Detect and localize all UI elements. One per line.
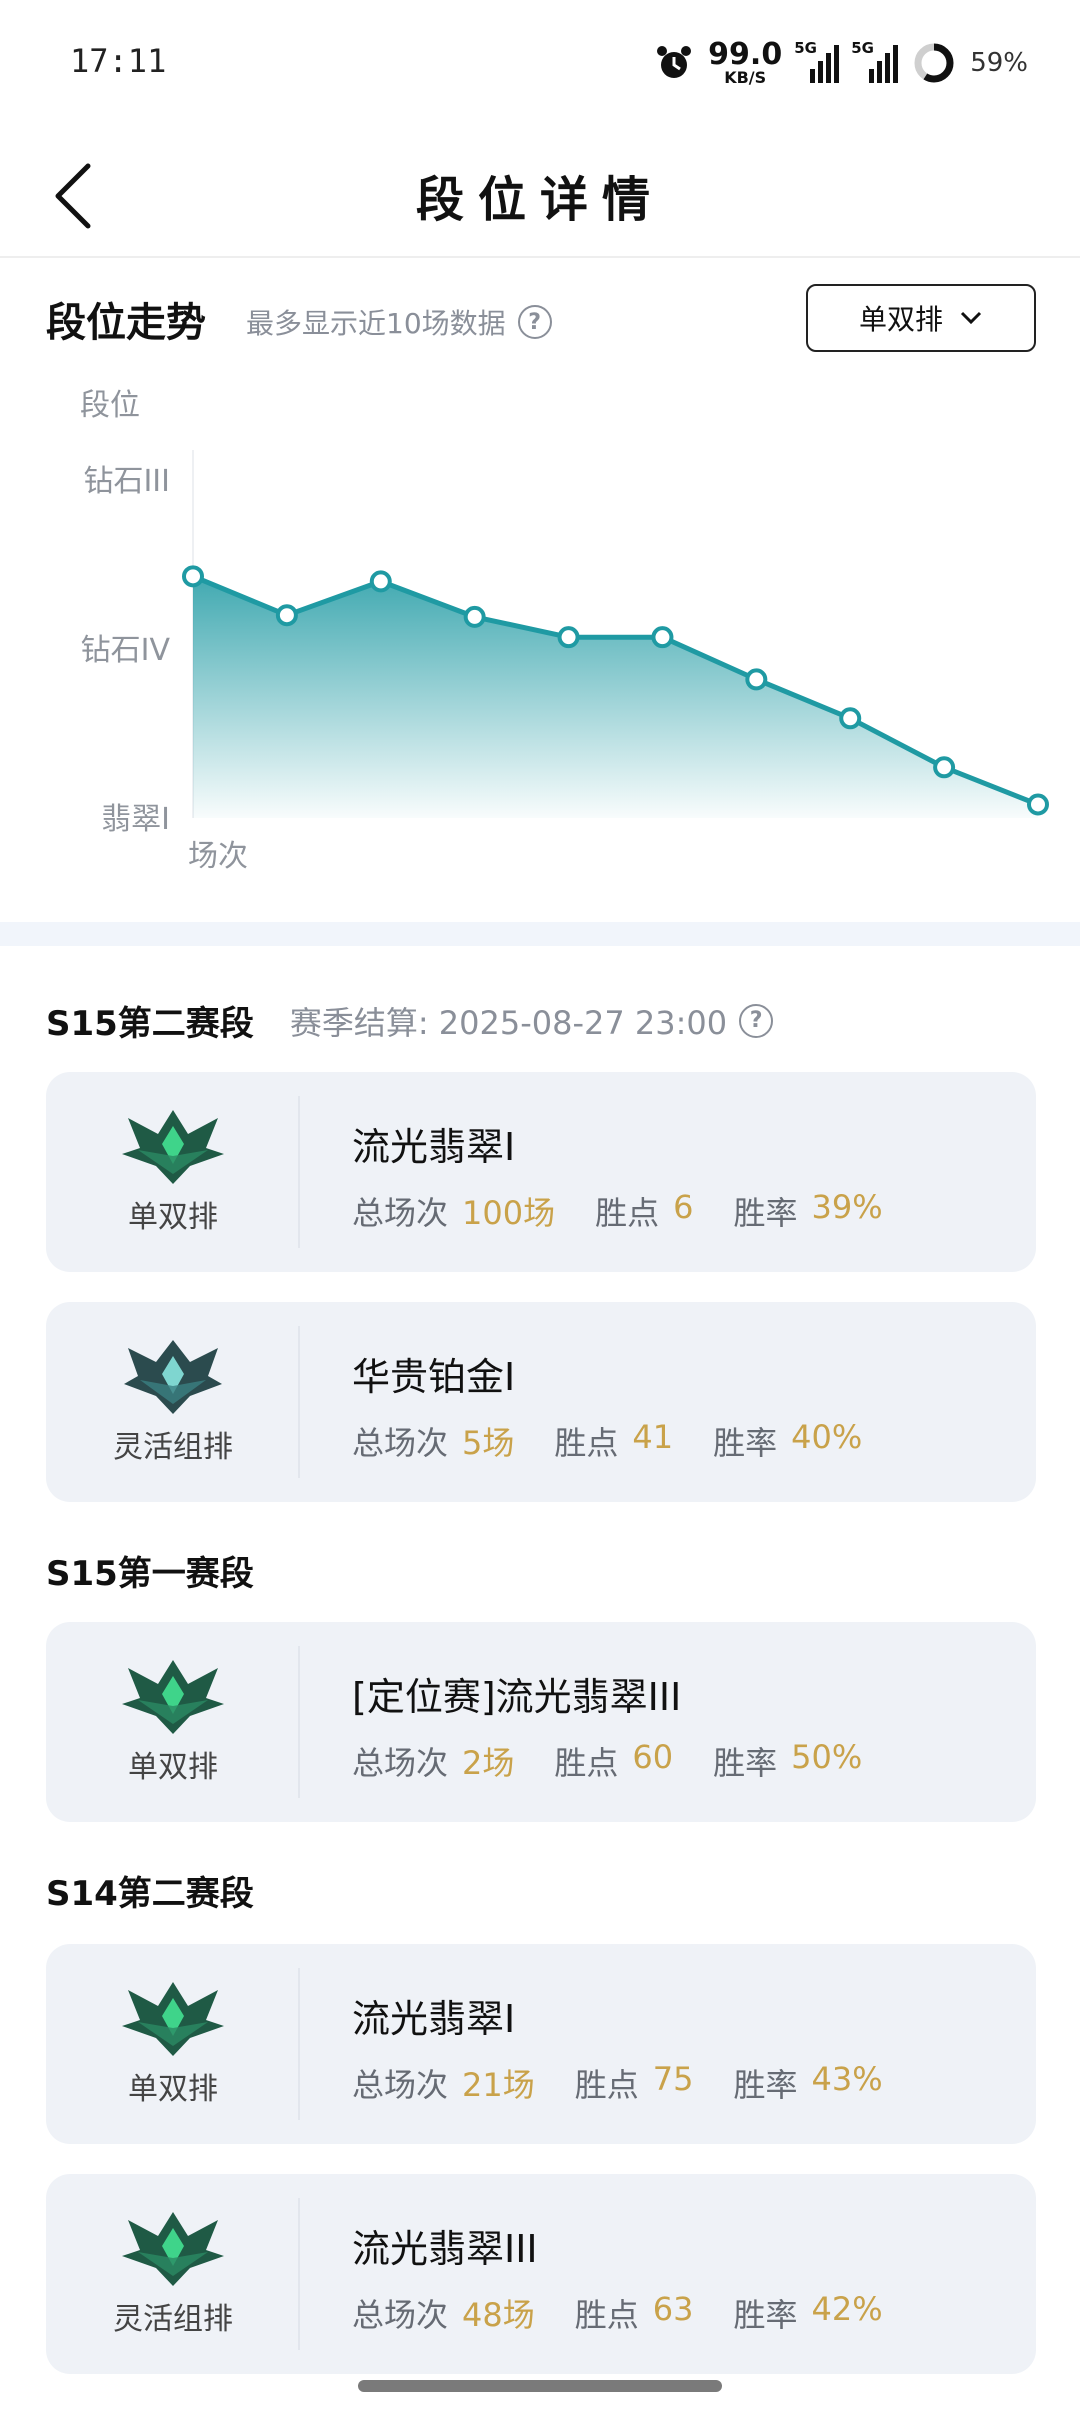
- trend-title: 段位走势: [46, 300, 206, 346]
- help-icon[interactable]: ?: [739, 1003, 774, 1038]
- rank-name: 流光翡翠I: [352, 1997, 516, 2041]
- rank-name: 华贵铂金I: [352, 1355, 516, 1399]
- rank-stats: 总场次 2场 胜点 60 胜率 50%: [352, 1738, 863, 1782]
- y-tick-label: 钻石IV: [81, 633, 171, 668]
- app-root: 17:11 99.0 KB/S 5G 5G 59% 段位详情 段位走势 最多显示…: [0, 0, 1080, 2414]
- season-header: S14第二赛段: [46, 1866, 254, 1915]
- signal-icon-1: 5G: [794, 39, 840, 83]
- league-points: 75: [652, 2060, 694, 2098]
- status-icons: 99.0 KB/S 5G 5G 59%: [654, 36, 1028, 90]
- season-name: S15第一赛段: [46, 1554, 254, 1594]
- season-header: S15第一赛段: [46, 1546, 254, 1595]
- battery-ring-icon: [914, 43, 954, 83]
- signal-icon-2: 5G: [851, 39, 899, 83]
- nav-header: 段位详情: [0, 130, 1080, 258]
- queue-mode-dropdown[interactable]: 单双排: [806, 284, 1036, 352]
- season-header: S15第二赛段 赛季结算: 2025-08-27 23:00 ?: [46, 996, 774, 1045]
- queue-label: 单双排: [128, 1200, 218, 1235]
- emerald-emblem-icon: [122, 1660, 224, 1734]
- y-tick-label: 钻石III: [83, 464, 170, 499]
- queue-label: 灵活组排: [113, 2302, 233, 2337]
- trend-point[interactable]: [839, 707, 862, 730]
- y-tick-label: 翡翠I: [101, 802, 170, 837]
- trend-area: [193, 576, 1038, 818]
- rank-name: 流光翡翠III: [352, 2227, 538, 2271]
- season-name: S14第二赛段: [46, 1874, 254, 1914]
- rank-card[interactable]: 单双排 流光翡翠I 总场次 100场 胜点 6 胜率 39%: [46, 1072, 1036, 1272]
- win-rate: 50%: [791, 1738, 863, 1776]
- platinum-emblem-icon: [124, 1340, 222, 1414]
- section-divider: [0, 922, 1080, 946]
- trend-subtitle: 最多显示近10场数据 ?: [246, 302, 552, 342]
- emerald-emblem-icon: [122, 1110, 224, 1184]
- trend-point[interactable]: [463, 605, 486, 628]
- total-games: 100场: [462, 1194, 556, 1232]
- rank-trend-section: 段位走势 最多显示近10场数据 ? 单双排 段位 翡翠I 钻石IV 钻石III: [0, 260, 1080, 920]
- trend-point[interactable]: [933, 756, 956, 779]
- rank-card[interactable]: 灵活组排 流光翡翠III 总场次 48场 胜点 63 胜率 42%: [46, 2174, 1036, 2374]
- trend-point[interactable]: [182, 565, 204, 588]
- queue-label: 单双排: [128, 1750, 218, 1785]
- rank-stats: 总场次 21场 胜点 75 胜率 43%: [352, 2060, 883, 2104]
- win-rate: 39%: [811, 1188, 883, 1226]
- season-name: S15第二赛段: [46, 1004, 254, 1044]
- win-rate: 40%: [791, 1418, 863, 1456]
- total-games: 2场: [462, 1744, 515, 1782]
- total-games: 5场: [462, 1424, 515, 1462]
- trend-point[interactable]: [745, 668, 768, 691]
- rank-card[interactable]: 单双排 流光翡翠I 总场次 21场 胜点 75 胜率 43%: [46, 1944, 1036, 2144]
- battery-percent: 59%: [970, 48, 1028, 78]
- emerald-emblem-icon: [122, 2212, 224, 2286]
- total-games: 48场: [462, 2296, 535, 2334]
- trend-point[interactable]: [557, 626, 580, 649]
- rank-name: [定位赛]流光翡翠III: [352, 1675, 682, 1719]
- league-points: 60: [632, 1738, 674, 1776]
- rank-card[interactable]: 灵活组排 华贵铂金I 总场次 5场 胜点 41 胜率 40%: [46, 1302, 1036, 1502]
- rank-trend-chart: 段位 翡翠I 钻石IV 钻石III 场次: [80, 388, 1049, 870]
- total-games: 21场: [462, 2066, 535, 2104]
- help-icon[interactable]: ?: [517, 305, 552, 339]
- league-points: 63: [652, 2290, 694, 2328]
- page-title: 段位详情: [415, 172, 664, 228]
- alarm-icon: [657, 46, 692, 78]
- league-points: 6: [673, 1188, 694, 1226]
- win-rate: 42%: [811, 2290, 883, 2328]
- rank-stats: 总场次 100场 胜点 6 胜率 39%: [352, 1188, 883, 1232]
- status-bar: 17:11 99.0 KB/S 5G 5G 59%: [0, 0, 1080, 130]
- y-axis-label: 段位: [80, 388, 140, 423]
- rank-name: 流光翡翠I: [352, 1125, 516, 1169]
- chevron-down-icon: [960, 311, 982, 325]
- network-speed: 99.0 KB/S: [708, 37, 783, 87]
- queue-label: 单双排: [128, 2072, 218, 2107]
- league-points: 41: [632, 1418, 674, 1456]
- emerald-emblem-icon: [122, 1982, 224, 2056]
- trend-point[interactable]: [369, 570, 392, 593]
- rank-stats: 总场次 5场 胜点 41 胜率 40%: [352, 1418, 863, 1462]
- trend-point[interactable]: [1027, 793, 1049, 816]
- trend-point[interactable]: [651, 626, 674, 649]
- rank-card[interactable]: 单双排 [定位赛]流光翡翠III 总场次 2场 胜点 60 胜率 50%: [46, 1622, 1036, 1822]
- home-indicator[interactable]: [358, 2380, 722, 2392]
- season-settle-time: 赛季结算: 2025-08-27 23:00 ?: [290, 998, 774, 1044]
- win-rate: 43%: [811, 2060, 883, 2098]
- trend-point[interactable]: [275, 604, 298, 627]
- x-axis-label: 场次: [188, 839, 248, 870]
- queue-label: 灵活组排: [113, 1430, 233, 1465]
- status-time: 17:11: [70, 42, 167, 80]
- rank-stats: 总场次 48场 胜点 63 胜率 42%: [352, 2290, 883, 2334]
